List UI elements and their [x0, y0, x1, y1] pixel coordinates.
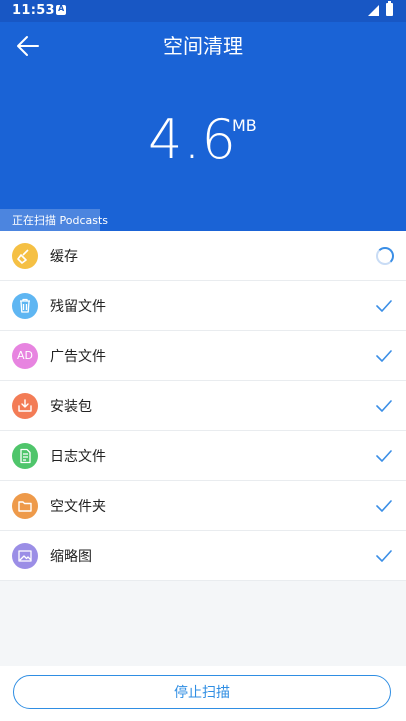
folder-icon	[12, 493, 38, 519]
category-thumbnails[interactable]: 缩略图	[0, 531, 406, 581]
ad-icon-text: AD	[17, 349, 33, 362]
broom-icon	[12, 243, 38, 269]
category-ad-files[interactable]: AD 广告文件	[0, 331, 406, 381]
scan-size-unit: MB	[232, 116, 257, 135]
category-empty-folders[interactable]: 空文件夹	[0, 481, 406, 531]
category-cache[interactable]: 缓存	[0, 231, 406, 281]
category-label: 安装包	[50, 399, 92, 415]
loading-spinner-icon	[376, 247, 394, 265]
category-label: 缓存	[50, 249, 78, 265]
check-icon	[374, 446, 394, 466]
notification-icon-letter: A	[58, 4, 65, 13]
header: 空间清理 4.6 MB 正在扫描 Podcasts	[0, 22, 406, 231]
notification-icon: A	[56, 4, 66, 15]
check-icon	[374, 496, 394, 516]
scan-size-display: 4.6 MB	[0, 108, 406, 178]
check-icon	[374, 396, 394, 416]
battery-icon	[386, 1, 393, 16]
category-label: 广告文件	[50, 349, 106, 365]
category-label: 日志文件	[50, 449, 106, 465]
check-icon	[374, 546, 394, 566]
status-time: 11:53	[12, 3, 55, 18]
stop-scan-button[interactable]: 停止扫描	[13, 675, 391, 709]
ad-icon: AD	[12, 343, 38, 369]
category-label: 残留文件	[50, 299, 106, 315]
package-icon	[12, 393, 38, 419]
document-icon	[12, 443, 38, 469]
check-icon	[374, 346, 394, 366]
scan-size-value: 4.6	[148, 108, 237, 171]
category-label: 空文件夹	[50, 499, 106, 515]
footer: 停止扫描	[0, 666, 406, 721]
category-log-files[interactable]: 日志文件	[0, 431, 406, 481]
category-residual-files[interactable]: 残留文件	[0, 281, 406, 331]
image-icon	[12, 543, 38, 569]
check-icon	[374, 296, 394, 316]
cleanup-category-list: 缓存 残留文件 AD 广告文件 安装包 日志文件 空文件夹 缩略图	[0, 231, 406, 581]
page-title: 空间清理	[163, 34, 243, 58]
signal-icon	[368, 5, 379, 16]
scan-status-text: 正在扫描 Podcasts	[12, 214, 109, 227]
status-bar: 11:53 A	[0, 0, 406, 22]
trash-icon	[12, 293, 38, 319]
category-install-packages[interactable]: 安装包	[0, 381, 406, 431]
category-label: 缩略图	[50, 549, 92, 565]
